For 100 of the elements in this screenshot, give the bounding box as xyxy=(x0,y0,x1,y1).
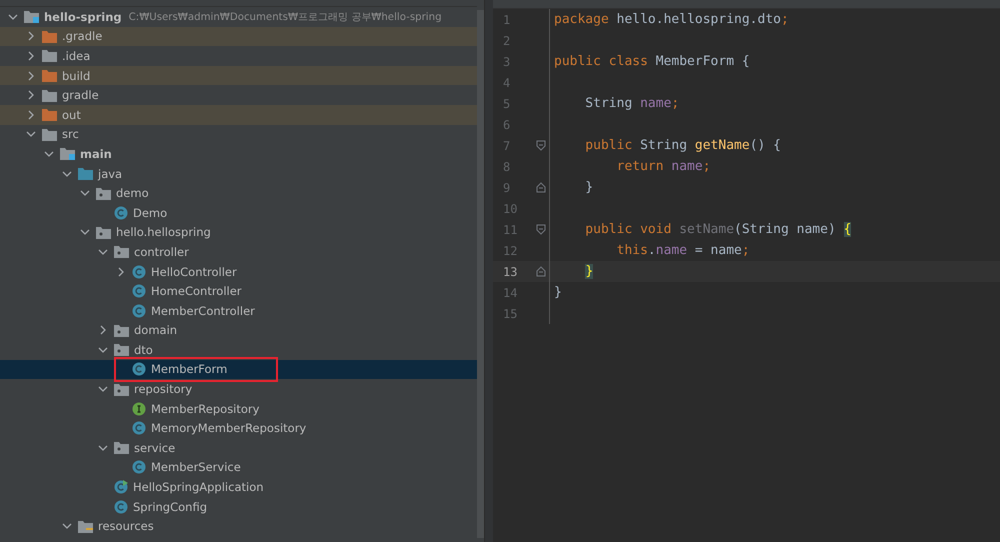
code-line: } xyxy=(584,180,594,195)
tree-item-label: gradle xyxy=(61,88,99,102)
chevron-down-icon[interactable] xyxy=(80,227,90,238)
tree-row[interactable]: MemoryMemberRepository xyxy=(0,418,477,438)
tree-row[interactable]: out xyxy=(0,104,477,125)
tree-item-label: domain xyxy=(133,323,178,338)
tree-row[interactable]: MemberForm xyxy=(0,360,477,380)
code-line: public void setName(String name) { xyxy=(584,222,852,237)
line-number: 4 xyxy=(502,76,512,90)
tree-row[interactable]: gradle xyxy=(0,85,477,105)
tree-row[interactable]: HomeController xyxy=(0,281,477,301)
line-number: 6 xyxy=(502,118,512,132)
tree-row[interactable]: java xyxy=(0,164,477,184)
tree-item-label: demo xyxy=(115,186,149,200)
chevron-down-icon[interactable] xyxy=(98,344,108,355)
code-line: String name; xyxy=(584,96,680,111)
tree-item-label: .idea xyxy=(61,48,90,63)
chevron-down-icon[interactable] xyxy=(80,188,90,198)
chevron-down-icon[interactable] xyxy=(98,384,108,394)
tree-row[interactable]: controller xyxy=(0,242,477,262)
fold-icon[interactable] xyxy=(536,182,546,193)
tree-row[interactable]: HelloController xyxy=(0,262,477,282)
tree-row[interactable]: MemberRepository xyxy=(0,398,477,418)
tree-row[interactable]: Demo xyxy=(0,202,477,223)
chevron-right-icon[interactable] xyxy=(98,325,108,336)
chevron-right-icon[interactable] xyxy=(26,31,36,42)
tree-item-label: HelloController xyxy=(150,264,237,279)
tree-row[interactable]: service xyxy=(0,438,477,458)
chevron-right-icon[interactable] xyxy=(26,70,36,81)
scrollbar[interactable] xyxy=(477,10,484,538)
tree-row[interactable]: main xyxy=(0,144,477,164)
tree-item-label: hello-spring xyxy=(43,10,122,24)
tree-row[interactable]: dto xyxy=(0,340,477,360)
tree-item-label: SpringConfig xyxy=(132,500,208,514)
line-number: 12 xyxy=(502,244,518,258)
tree-row[interactable]: hello-spring C:₩Users₩admin₩Documents₩프로그래밍 공부₩hello-spring xyxy=(0,7,477,27)
tree-item-label: out xyxy=(61,108,81,122)
code-line: public class MemberForm { xyxy=(554,54,750,69)
code-line: return name; xyxy=(616,159,711,174)
fold-icon[interactable] xyxy=(536,140,546,151)
tree-item-label: resources xyxy=(97,519,154,534)
line-number: 7 xyxy=(502,138,512,152)
chevron-down-icon[interactable] xyxy=(8,12,18,22)
fold-icon[interactable] xyxy=(536,224,546,235)
tree-item-label: HomeController xyxy=(150,284,242,298)
chevron-right-icon[interactable] xyxy=(26,110,36,120)
tree-row[interactable]: MemberController xyxy=(0,300,477,320)
code-line: package hello.hellospring.dto; xyxy=(554,12,789,27)
line-number: 15 xyxy=(502,306,518,320)
chevron-down-icon[interactable] xyxy=(62,168,72,179)
tree-row[interactable]: SpringConfig xyxy=(0,496,477,516)
tree-item-label: MemberForm xyxy=(150,362,228,376)
tree-item-label: MemberController xyxy=(150,304,255,318)
chevron-down-icon[interactable] xyxy=(98,246,108,257)
code-line: public String getName() { xyxy=(584,138,781,153)
tree-item-label: java xyxy=(97,166,122,181)
tree-item-label: Demo xyxy=(132,206,168,220)
tree-item-label: MemoryMemberRepository xyxy=(150,421,306,436)
project-path: C:₩Users₩admin₩Documents₩프로그래밍 공부₩hello-spring xyxy=(128,10,442,24)
tree-item-label: dto xyxy=(133,342,153,357)
tree-item-label: MemberRepository xyxy=(150,402,260,416)
tree-item-label: main xyxy=(79,146,112,161)
fold-icon[interactable] xyxy=(536,266,546,277)
line-number: 13 xyxy=(502,264,518,278)
tree-row[interactable]: HelloSpringApplication xyxy=(0,477,477,497)
tree-item-label: service xyxy=(133,440,176,455)
tree-row[interactable]: hello.hellospring xyxy=(0,222,477,242)
tree-row[interactable]: domain xyxy=(0,320,477,340)
tree-row[interactable]: demo xyxy=(0,183,477,203)
chevron-down-icon[interactable] xyxy=(44,148,54,159)
tree-item-label: build xyxy=(61,68,90,83)
chevron-right-icon[interactable] xyxy=(116,266,126,277)
chevron-down-icon[interactable] xyxy=(62,521,72,532)
tree-item-label: src xyxy=(61,127,79,142)
chevron-down-icon[interactable] xyxy=(26,129,36,140)
line-number: 14 xyxy=(502,286,518,300)
tree-item-label: MemberService xyxy=(150,460,241,474)
chevron-down-icon[interactable] xyxy=(98,442,108,453)
line-number: 1 xyxy=(502,12,512,26)
line-number: 8 xyxy=(502,160,512,174)
line-number: 2 xyxy=(502,34,512,48)
tree-item-label: controller xyxy=(133,244,189,259)
chevron-right-icon[interactable] xyxy=(26,50,36,61)
tree-row[interactable]: .idea xyxy=(0,46,477,66)
line-number: 9 xyxy=(502,180,512,194)
tree-row[interactable]: resources xyxy=(0,516,477,536)
tree-item-label: hello.hellospring xyxy=(115,225,211,240)
line-number: 5 xyxy=(502,96,512,110)
code-line: this.name = name; xyxy=(616,243,750,258)
code-line: } xyxy=(554,285,562,300)
tree-row[interactable]: MemberService xyxy=(0,458,477,478)
line-number: 10 xyxy=(502,202,518,216)
tree-item-label: HelloSpringApplication xyxy=(132,480,264,494)
tree-row[interactable]: .gradle xyxy=(0,26,477,46)
tree-row[interactable]: repository xyxy=(0,379,477,399)
tree-item-label: .gradle xyxy=(61,29,102,44)
tree-row[interactable]: build xyxy=(0,66,477,86)
tree-row[interactable]: src xyxy=(0,124,477,144)
line-number: 11 xyxy=(502,222,518,236)
chevron-right-icon[interactable] xyxy=(26,90,36,100)
